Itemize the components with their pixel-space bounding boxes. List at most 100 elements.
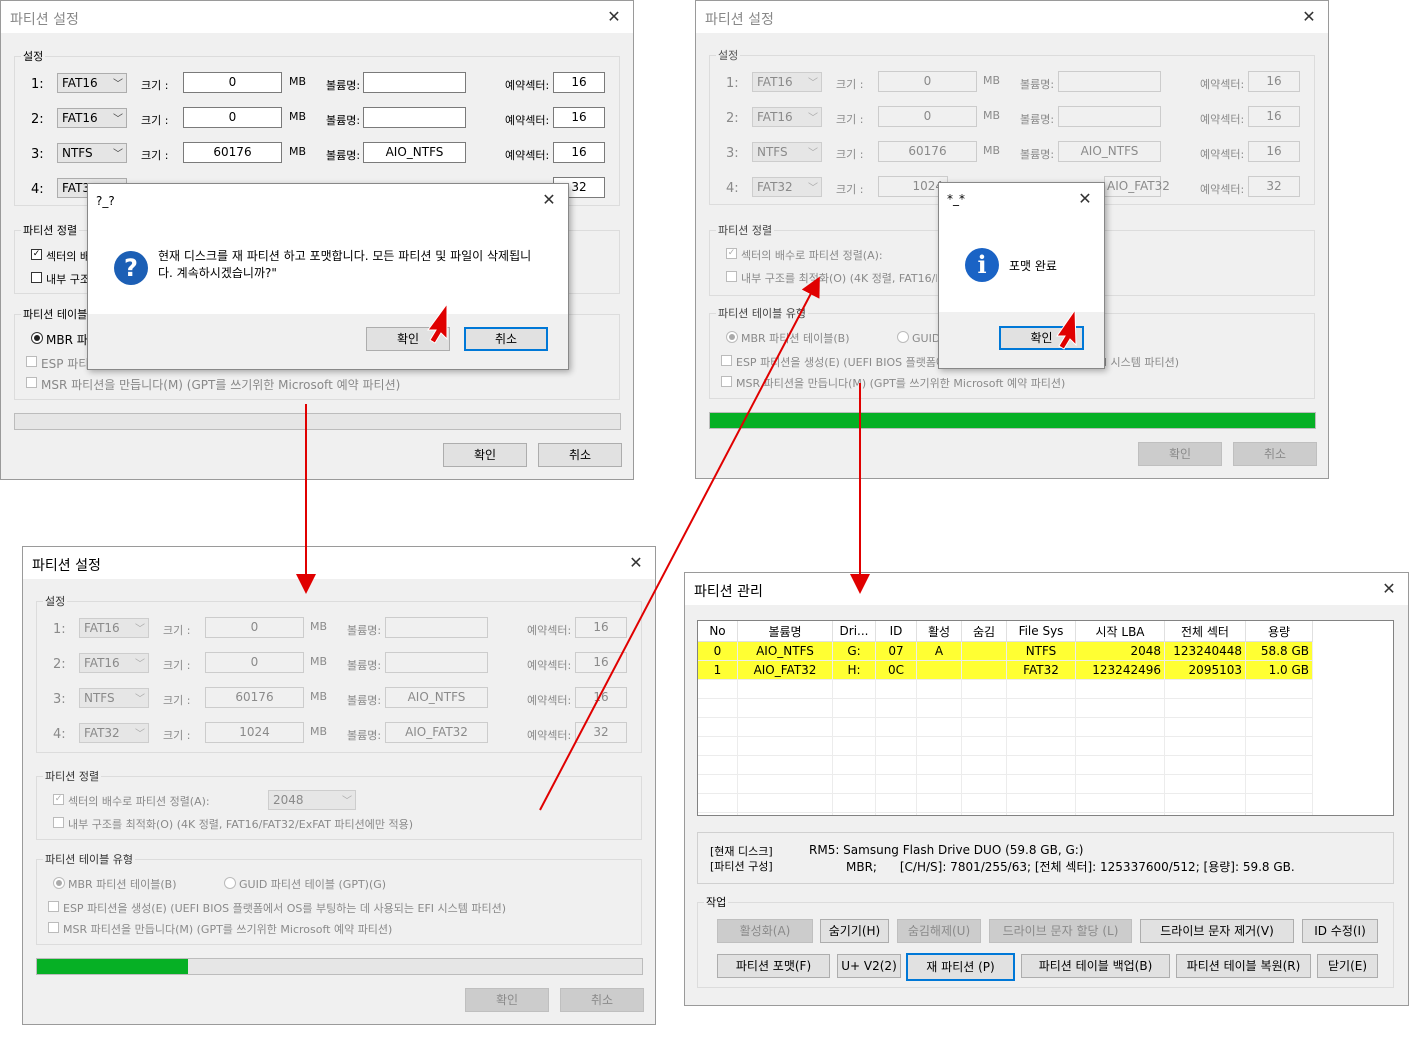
align-checkbox[interactable]: ✓ <box>726 248 737 259</box>
close-button[interactable]: 닫기(E) <box>1317 954 1378 978</box>
partition-list[interactable]: No 볼륨명 Dri... ID 활성 숨김 File Sys 시작 LBA 전체 섹터 용량 0… <box>697 620 1394 816</box>
esp-checkbox[interactable] <box>26 356 37 367</box>
cancel-button[interactable]: 취소 <box>1233 442 1317 466</box>
column-header[interactable]: Dri... <box>832 621 876 642</box>
size-input[interactable]: 60176 <box>205 687 304 708</box>
msr-checkbox[interactable] <box>26 377 37 388</box>
size-input[interactable]: 1024 <box>205 722 304 743</box>
table-row[interactable]: 1 AIO_FAT32 H: 0C FAT32 123242496 2095103 1.0 G… <box>698 660 1313 680</box>
size-input[interactable]: 0 <box>183 72 282 93</box>
table-row[interactable]: 0 AIO_NTFS G: 07 A NTFS 2048 123240448 58.8 GB <box>698 641 1313 661</box>
volume-input[interactable]: AIO_NTFS <box>1058 141 1161 162</box>
edit-id-button[interactable]: ID 수정(I) <box>1302 919 1378 943</box>
remove-drive-letter-button[interactable]: 드라이브 문자 제거(V) <box>1140 919 1294 943</box>
fs-select[interactable]: NTFS ﹀ <box>57 143 127 163</box>
column-header[interactable]: 숨김 <box>961 621 1007 642</box>
assign-drive-letter-button[interactable]: 드라이브 문자 할당 (L) <box>989 919 1132 943</box>
ok-button[interactable]: 확인 <box>1138 442 1222 466</box>
size-input[interactable]: 0 <box>183 107 282 128</box>
close-icon[interactable]: ✕ <box>627 553 645 572</box>
close-icon[interactable]: ✕ <box>1300 7 1318 26</box>
optimize-checkbox[interactable] <box>31 272 42 283</box>
hide-button[interactable]: 숨기기(H) <box>820 919 889 943</box>
column-header[interactable]: 시작 LBA <box>1075 621 1165 642</box>
cancel-button[interactable]: 취소 <box>538 443 622 467</box>
reserved-input[interactable]: 32 <box>575 722 627 743</box>
msr-checkbox[interactable] <box>721 376 732 387</box>
volume-input[interactable] <box>1058 106 1161 127</box>
cancel-button[interactable]: 취소 <box>560 988 644 1012</box>
fs-select[interactable]: FAT16 ﹀ <box>79 653 149 673</box>
msr-checkbox[interactable] <box>48 922 59 933</box>
fs-select[interactable]: NTFS ﹀ <box>79 688 149 708</box>
fs-select[interactable]: FAT32 ﹀ <box>79 723 149 743</box>
mbr-radio[interactable] <box>53 877 65 889</box>
reserved-input[interactable]: 16 <box>575 687 627 708</box>
align-checkbox[interactable]: ✓ <box>31 249 42 260</box>
unhide-button[interactable]: 숨김해제(U) <box>897 919 981 943</box>
reserved-input[interactable]: 16 <box>1248 141 1300 162</box>
fs-select[interactable]: FAT16 ﹀ <box>752 107 822 127</box>
column-header[interactable]: 용량 <box>1245 621 1313 642</box>
reserved-input[interactable]: 16 <box>553 72 605 93</box>
volume-input[interactable] <box>363 107 466 128</box>
column-header[interactable]: ID <box>875 621 917 642</box>
repartition-button[interactable]: 재 파티션 (P) <box>906 953 1015 981</box>
volume-input[interactable]: AIO_NTFS <box>363 142 466 163</box>
optimize-checkbox[interactable] <box>726 271 737 282</box>
format-partition-button[interactable]: 파티션 포맷(F) <box>717 954 830 978</box>
u-plus-v2-button[interactable]: U+ V2(2) <box>837 954 901 978</box>
mbr-radio[interactable] <box>726 331 738 343</box>
reserved-input[interactable]: 16 <box>553 142 605 163</box>
size-input[interactable]: 0 <box>878 106 977 127</box>
align-checkbox[interactable]: ✓ <box>53 794 64 805</box>
volume-input[interactable]: AIO_NTFS <box>385 687 488 708</box>
size-input[interactable]: 60176 <box>878 141 977 162</box>
close-icon[interactable]: ✕ <box>540 190 558 209</box>
reserved-input[interactable]: 32 <box>1248 176 1300 197</box>
column-header[interactable]: No <box>698 621 738 642</box>
size-input[interactable]: 0 <box>205 617 304 638</box>
backup-partition-table-button[interactable]: 파티션 테이블 백업(B) <box>1021 954 1170 978</box>
mbr-radio[interactable] <box>31 332 43 344</box>
ok-button[interactable]: 확인 <box>465 988 549 1012</box>
reserved-input[interactable]: 16 <box>575 617 627 638</box>
close-icon[interactable]: ✕ <box>605 7 623 26</box>
close-icon[interactable]: ✕ <box>1380 579 1398 598</box>
gpt-radio[interactable] <box>897 331 909 343</box>
size-input[interactable]: 0 <box>878 71 977 92</box>
reserved-input[interactable]: 16 <box>1248 106 1300 127</box>
column-header[interactable]: 활성 <box>916 621 962 642</box>
fs-select[interactable]: FAT16 ﹀ <box>57 73 127 93</box>
fs-select[interactable]: FAT16 ﹀ <box>57 108 127 128</box>
gpt-radio[interactable] <box>224 877 236 889</box>
done-ok-button[interactable]: 확인 <box>999 326 1084 350</box>
close-icon[interactable]: ✕ <box>1076 189 1094 208</box>
esp-checkbox[interactable] <box>48 901 59 912</box>
volume-input[interactable] <box>385 617 488 638</box>
esp-checkbox[interactable] <box>721 355 732 366</box>
size-input[interactable]: 0 <box>205 652 304 673</box>
column-header[interactable]: File Sys <box>1006 621 1076 642</box>
activate-button[interactable]: 활성화(A) <box>717 919 813 943</box>
optimize-checkbox[interactable] <box>53 817 64 828</box>
align-select[interactable]: 2048 ﹀ <box>268 790 356 810</box>
volume-input[interactable]: AIO_FAT32 <box>1104 176 1170 197</box>
size-input[interactable]: 60176 <box>183 142 282 163</box>
reserved-input[interactable]: 16 <box>1248 71 1300 92</box>
volume-input[interactable] <box>385 652 488 673</box>
confirm-ok-button[interactable]: 확인 <box>366 327 450 351</box>
column-header[interactable]: 볼륨명 <box>737 621 833 642</box>
volume-input[interactable] <box>1058 71 1161 92</box>
volume-input[interactable] <box>363 72 466 93</box>
reserved-input[interactable]: 16 <box>575 652 627 673</box>
fs-select[interactable]: FAT32 ﹀ <box>752 177 822 197</box>
volume-input[interactable]: AIO_FAT32 <box>385 722 488 743</box>
fs-select[interactable]: FAT16 ﹀ <box>79 618 149 638</box>
confirm-cancel-button[interactable]: 취소 <box>464 327 548 351</box>
restore-partition-table-button[interactable]: 파티션 테이블 복원(R) <box>1176 954 1311 978</box>
ok-button[interactable]: 확인 <box>443 443 527 467</box>
reserved-input[interactable]: 16 <box>553 107 605 128</box>
column-header[interactable]: 전체 섹터 <box>1164 621 1246 642</box>
fs-select[interactable]: NTFS ﹀ <box>752 142 822 162</box>
